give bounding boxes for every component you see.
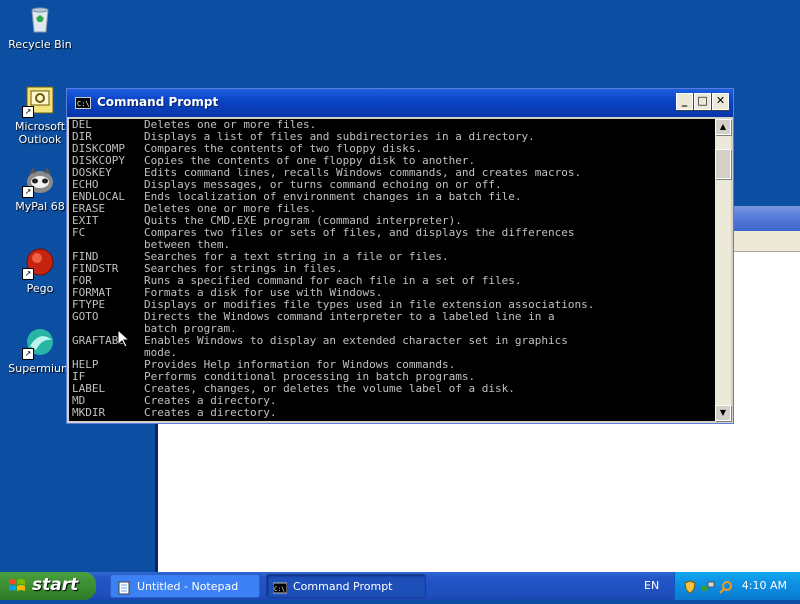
taskbar-item-label: Untitled - Notepad: [137, 580, 239, 593]
command-name: FC: [72, 226, 86, 239]
scroll-down-arrow-icon[interactable]: ▼: [715, 405, 731, 421]
network-icon[interactable]: [701, 579, 715, 593]
close-button[interactable]: ✕: [712, 93, 729, 110]
scroll-thumb[interactable]: [715, 149, 731, 179]
taskbar-item-command-prompt[interactable]: C:\ Command Prompt: [266, 574, 426, 598]
taskbar: start Untitled - Notepad C:\ Command Pro…: [0, 572, 800, 600]
vertical-scrollbar[interactable]: ▲ ▼: [715, 119, 731, 421]
mypal-icon: ↗: [22, 164, 56, 198]
outlook-icon: ↗: [22, 84, 56, 118]
shortcut-arrow-icon: ↗: [22, 268, 34, 280]
desktop-icon-recycle-bin[interactable]: Recycle Bin: [2, 2, 78, 51]
command-description: Enables Windows to display an extended c…: [144, 334, 568, 347]
search-icon[interactable]: [719, 579, 733, 594]
command-name: GRAFTABL: [72, 334, 125, 347]
cmd-app-icon[interactable]: C:\: [75, 97, 91, 109]
cmd-title-bar[interactable]: C:\ Command Prompt _ □ ✕: [67, 89, 733, 117]
scroll-up-arrow-icon[interactable]: ▲: [715, 119, 731, 135]
start-label: start: [32, 575, 79, 595]
maximize-button[interactable]: □: [694, 93, 711, 110]
command-prompt-window[interactable]: C:\ Command Prompt _ □ ✕ DEL Deletes one …: [66, 88, 734, 424]
system-tray: 4:10 AM: [674, 572, 800, 600]
console-output[interactable]: DEL Deletes one or more files. DIR Display…: [69, 119, 715, 421]
command-description: Creates a directory.: [144, 406, 277, 419]
language-indicator[interactable]: EN: [644, 572, 659, 600]
svg-text:C:\: C:\: [274, 586, 285, 593]
desktop-icon-label: Recycle Bin: [8, 38, 72, 51]
notepad-icon: [117, 580, 131, 595]
recycle-bin-icon: [24, 2, 56, 34]
mouse-pointer-icon: [117, 328, 131, 352]
taskbar-item-label: Command Prompt: [293, 580, 393, 593]
windows-logo-icon: [8, 578, 26, 594]
minimize-button[interactable]: _: [676, 93, 693, 110]
command-name: GOTO: [72, 310, 99, 323]
shortcut-arrow-icon: ↗: [22, 348, 34, 360]
pego-icon: ↗: [22, 246, 56, 280]
taskbar-item-notepad[interactable]: Untitled - Notepad: [110, 574, 260, 598]
command-name: MKDIR: [72, 406, 106, 419]
cmd-icon: C:\: [272, 580, 288, 594]
shortcut-arrow-icon: ↗: [22, 106, 34, 118]
cmd-window-title: Command Prompt: [97, 95, 219, 109]
start-button[interactable]: start: [0, 572, 96, 600]
supermium-icon: ↗: [22, 326, 56, 360]
console-line: MKDIR Creates a directory.: [72, 407, 715, 419]
clock[interactable]: 4:10 AM: [742, 572, 787, 600]
security-shield-icon[interactable]: [683, 579, 697, 594]
shortcut-arrow-icon: ↗: [22, 186, 34, 198]
